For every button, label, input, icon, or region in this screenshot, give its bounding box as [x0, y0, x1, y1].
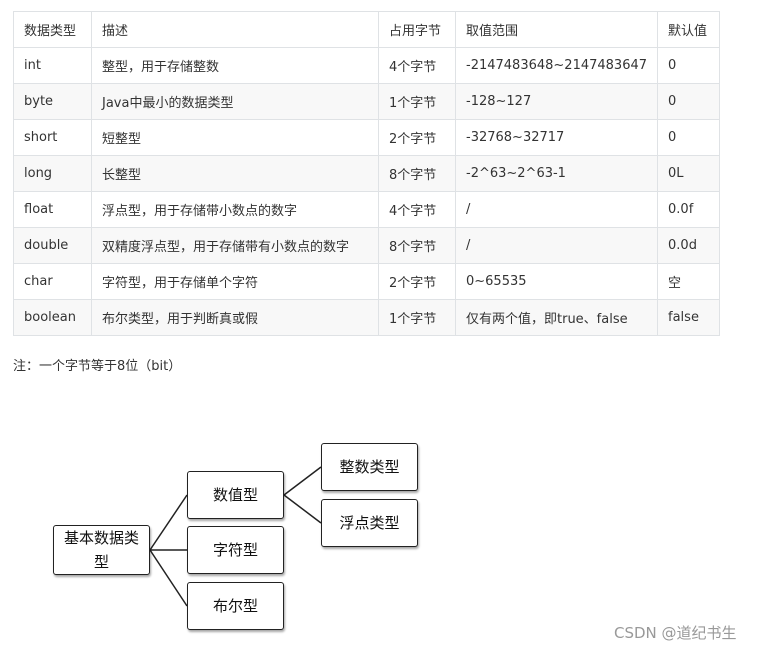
cell-type: int: [13, 47, 92, 84]
connector-root-bool: [149, 549, 188, 607]
table-row: double 双精度浮点型，用于存储带有小数点的数字 8个字节/0.0d: [13, 227, 721, 264]
connector-root-numeric: [149, 494, 188, 551]
cell-range: -32768~32717: [454, 119, 659, 156]
table-row: short 短整型 2个字节 -32768~32717 0: [13, 119, 721, 156]
cell-description: 字符型，用于存储单个字符: [91, 263, 379, 300]
cell-description: 浮点型，用于存储带小数点的数字: [91, 191, 379, 228]
cell-type: double: [13, 227, 92, 264]
table-row: char 字符型，用于存储单个字符 2个字节 0~65535 空: [13, 263, 721, 300]
cell-range: -2147483648~2147483647: [454, 47, 659, 84]
node-integer-types: 整数类型: [321, 443, 418, 491]
cell-type: char: [13, 263, 92, 300]
table-row: float 浮点型，用于存储带小数点的数字 4个字节/0.0f: [13, 191, 721, 228]
header-cell-type: 数据类型: [13, 11, 92, 48]
table-row: long 长整型 8个字节 -2^63~2^63-1 0L: [13, 155, 721, 192]
cell-type: short: [13, 119, 92, 156]
cell-default: 0: [657, 119, 721, 156]
cell-type: long: [13, 155, 92, 192]
cell-type: boolean: [13, 299, 92, 336]
csdn-watermark: CSDN @道纪书生: [614, 624, 737, 642]
cell-default: 空: [657, 263, 721, 300]
table-row: byte Java中最小的数据类型 1个字节 -128~127 0: [13, 83, 721, 120]
cell-description: 短整型: [91, 119, 379, 156]
cell-description: 长整型: [91, 155, 379, 192]
cell-bytes: 4个字节: [378, 191, 456, 228]
node-boolean-type: 布尔型: [187, 582, 284, 630]
cell-range: -2^63~2^63-1: [454, 155, 659, 192]
cell-range: 0~65535: [454, 263, 659, 300]
cell-range: /: [454, 227, 659, 264]
cell-type: byte: [13, 83, 92, 120]
cell-bytes: 1个字节: [378, 83, 456, 120]
cell-type: float: [13, 191, 92, 228]
cell-range: 仅有两个值，即true、false: [454, 299, 659, 336]
connector-numeric-integer: [283, 466, 322, 496]
node-numeric-type: 数值型: [187, 471, 284, 519]
table-header-row: 数据类型 描述 占用字节 取值范围 默认值: [13, 11, 721, 48]
header-cell-default: 默认值: [657, 11, 721, 48]
cell-bytes: 8个字节: [378, 227, 456, 264]
cell-default: false: [657, 299, 721, 336]
cell-bytes: 2个字节: [378, 263, 456, 300]
cell-description: 整型，用于存储整数: [91, 47, 379, 84]
cell-description: Java中最小的数据类型: [91, 83, 379, 120]
data-types-table: 数据类型 描述 占用字节 取值范围 默认值 int 整型，用于存储整数 4个字节 -2…: [13, 11, 721, 336]
header-cell-bytes: 占用字节: [378, 11, 456, 48]
cell-default: 0L: [657, 155, 721, 192]
byte-note: 注：一个字节等于8位（bit）: [13, 359, 182, 374]
cell-default: 0.0f: [657, 191, 721, 228]
node-primitive-types: 基本数据类型: [53, 525, 150, 575]
cell-bytes: 2个字节: [378, 119, 456, 156]
cell-description: 布尔类型，用于判断真或假: [91, 299, 379, 336]
cell-bytes: 4个字节: [378, 47, 456, 84]
header-cell-description: 描述: [91, 11, 379, 48]
cell-default: 0: [657, 83, 721, 120]
header-cell-range: 取值范围: [454, 11, 659, 48]
cell-bytes: 1个字节: [378, 299, 456, 336]
cell-range: -128~127: [454, 83, 659, 120]
cell-default: 0.0d: [657, 227, 721, 264]
node-float-types: 浮点类型: [321, 499, 418, 547]
table-row: boolean 布尔类型，用于判断真或假 1个字节 仅有两个值，即true、false…: [13, 299, 721, 336]
cell-bytes: 8个字节: [378, 155, 456, 192]
connector-numeric-float: [283, 494, 322, 524]
node-char-type: 字符型: [187, 526, 284, 574]
cell-range: /: [454, 191, 659, 228]
table-row: int 整型，用于存储整数 4个字节 -2147483648~2147483647 0: [13, 47, 721, 84]
cell-description: 双精度浮点型，用于存储带有小数点的数字: [91, 227, 379, 264]
cell-default: 0: [657, 47, 721, 84]
